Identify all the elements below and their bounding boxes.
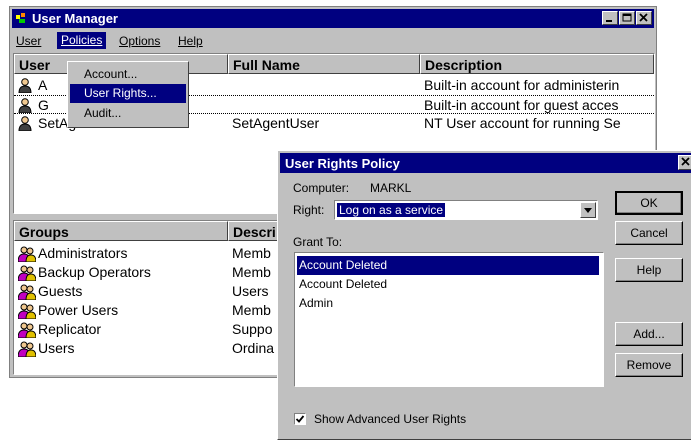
menu-item-account[interactable]: Account... [70, 65, 186, 84]
menu-item-audit[interactable]: Audit... [70, 104, 186, 123]
column-header-full-name[interactable]: Full Name [228, 54, 420, 74]
group-name: Power Users [38, 302, 119, 318]
group-name: Guests [38, 283, 83, 299]
group-icon [18, 284, 36, 300]
group-name: Backup Operators [38, 264, 151, 280]
dialog-close-button[interactable] [678, 155, 691, 170]
user-icon [18, 116, 32, 131]
user-manager-title-bar[interactable]: User Manager [12, 9, 654, 28]
show-advanced-rights-label[interactable]: Show Advanced User Rights [314, 412, 466, 426]
policies-dropdown-menu: Account... User Rights... Audit... [67, 61, 189, 128]
group-row[interactable]: Power Users Memb [14, 301, 284, 320]
groups-list[interactable]: Groups Descri Administrators Memb Backup… [13, 220, 285, 375]
column-header-groups[interactable]: Groups [14, 221, 228, 241]
menu-user[interactable]: User [16, 34, 41, 48]
right-label: Right: [293, 203, 325, 217]
grant-list-item[interactable]: Account Deleted [297, 275, 599, 294]
user-full-name: SetAgentUser [232, 115, 320, 131]
maximize-icon [622, 13, 632, 22]
group-row[interactable]: Users Ordina [14, 339, 284, 358]
maximize-button[interactable] [619, 11, 635, 25]
menu-policies[interactable]: Policies [57, 32, 107, 49]
close-icon [639, 13, 648, 22]
dialog-title-bar[interactable]: User Rights Policy [280, 153, 691, 173]
cancel-button[interactable]: Cancel [615, 221, 683, 245]
close-button[interactable] [636, 11, 652, 25]
user-manager-title: User Manager [32, 11, 118, 26]
group-icon [18, 303, 36, 319]
user-description: Built-in account for administerin [424, 77, 620, 93]
group-icon [18, 246, 36, 262]
menu-options[interactable]: Options [119, 34, 160, 48]
menu-bar: User Policies Options Help [12, 32, 654, 50]
remove-button[interactable]: Remove [615, 353, 683, 377]
close-icon [681, 157, 690, 166]
add-button[interactable]: Add... [615, 322, 683, 346]
minimize-icon [606, 20, 612, 22]
user-manager-app-icon [16, 13, 25, 23]
column-header-description[interactable]: Description [420, 54, 654, 74]
menu-help[interactable]: Help [178, 34, 203, 48]
grant-list-item[interactable]: Account Deleted [297, 256, 599, 275]
computer-value: MARKL [370, 181, 412, 195]
group-row[interactable]: Administrators Memb [14, 244, 284, 263]
grant-to-label: Grant To: [293, 235, 343, 249]
dialog-title: User Rights Policy [285, 156, 400, 171]
help-button[interactable]: Help [615, 258, 683, 282]
user-icon [18, 78, 32, 93]
dropdown-arrow-button[interactable] [580, 202, 596, 218]
group-name: Administrators [38, 245, 128, 261]
group-name: Users [38, 340, 75, 356]
user-description: Built-in account for guest acces [424, 97, 619, 113]
grant-list-item[interactable]: Admin [297, 294, 599, 313]
right-select-value: Log on as a service [337, 203, 446, 217]
user-rights-policy-dialog: User Rights Policy Computer: MARKL Right… [277, 150, 691, 440]
grant-to-list[interactable]: Account Deleted Account Deleted Admin [294, 252, 604, 387]
group-row[interactable]: Backup Operators Memb [14, 263, 284, 282]
user-icon [18, 98, 32, 113]
group-row[interactable]: Guests Users [14, 282, 284, 301]
group-icon [18, 265, 36, 281]
chevron-down-icon [584, 208, 592, 213]
group-icon [18, 341, 36, 357]
user-description: NT User account for running Se [424, 115, 621, 131]
group-row[interactable]: Replicator Suppo [14, 320, 284, 339]
right-select[interactable]: Log on as a service [334, 200, 598, 220]
minimize-button[interactable] [602, 11, 618, 25]
computer-label: Computer: [293, 181, 350, 195]
checkmark-icon [295, 415, 305, 423]
group-icon [18, 322, 36, 338]
show-advanced-rights-checkbox[interactable] [294, 413, 306, 425]
ok-button[interactable]: OK [615, 191, 683, 215]
group-name: Replicator [38, 321, 102, 337]
menu-item-user-rights[interactable]: User Rights... [70, 84, 186, 103]
